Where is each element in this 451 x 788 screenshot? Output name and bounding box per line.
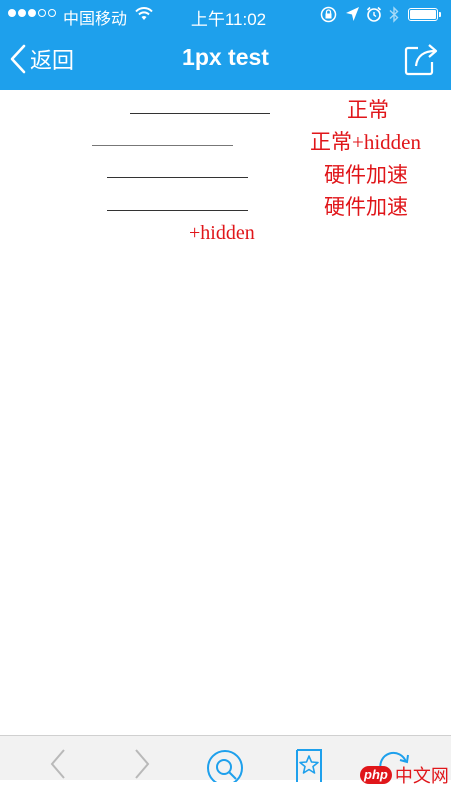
watermark-badge: php — [360, 766, 392, 784]
page-title: 1px test — [182, 44, 269, 70]
hairline-hardware-accel-1 — [107, 177, 248, 178]
watermark-text: 中文网 — [394, 766, 449, 787]
label-hidden: +hidden — [189, 222, 255, 244]
hairline-hardware-accel-2 — [107, 210, 248, 211]
forward-arrow-icon[interactable] — [132, 748, 152, 781]
wifi-icon — [135, 7, 153, 20]
carrier-name: 中国移动 — [63, 11, 128, 28]
orientation-lock-icon — [320, 6, 337, 23]
back-button-label: 返回 — [30, 48, 75, 73]
back-arrow-icon[interactable] — [48, 748, 68, 781]
hairline-normal-hidden — [92, 145, 233, 146]
battery-tip — [439, 12, 441, 17]
bluetooth-icon — [389, 6, 399, 23]
signal-strength-icon — [8, 9, 56, 17]
battery-icon — [408, 8, 438, 21]
bookmark-star-icon[interactable] — [294, 748, 324, 782]
label-normal: 正常 — [347, 98, 389, 122]
alarm-icon — [366, 6, 382, 22]
search-icon[interactable] — [205, 748, 245, 782]
back-button[interactable]: 返回 — [10, 42, 74, 76]
status-bar: 中国移动 上午11:02 — [0, 0, 451, 30]
status-time: 上午11:02 — [190, 10, 267, 29]
chevron-left-icon — [10, 44, 26, 74]
header: 中国移动 上午11:02 返回 1px test — [0, 0, 451, 90]
hairline-normal — [130, 113, 270, 114]
location-arrow-icon — [346, 7, 359, 21]
php-cn-watermark: php 中文网 — [360, 762, 449, 788]
share-icon[interactable] — [402, 40, 440, 78]
label-normal-hidden: 正常+hidden — [310, 130, 421, 154]
label-hardware-accel-2: 硬件加速 — [324, 195, 408, 219]
label-hardware-accel-1: 硬件加速 — [324, 163, 408, 187]
